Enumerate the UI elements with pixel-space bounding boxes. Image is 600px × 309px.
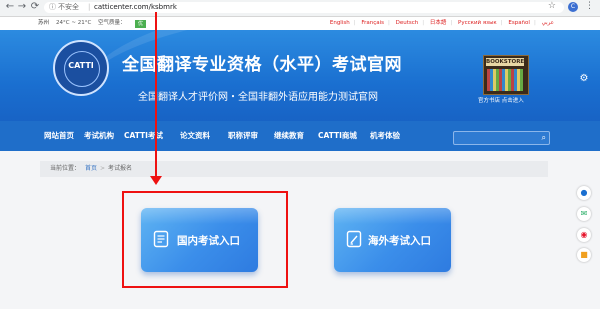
- breadcrumb-current: 考试报名: [108, 165, 133, 172]
- settings-icon[interactable]: ⚙: [577, 72, 591, 86]
- lang-japanese[interactable]: 日本語: [430, 20, 447, 26]
- lang-separator: |: [450, 20, 453, 26]
- nav-catti-exam[interactable]: CATTI考试: [124, 121, 163, 151]
- insecure-label: 不安全: [58, 3, 79, 11]
- annotation-highlight-box: [122, 191, 288, 288]
- forward-icon[interactable]: →: [16, 1, 28, 13]
- lang-separator: |: [500, 20, 503, 26]
- site-subtitle: 全国翻译人才评价网・全国非翻外语应用能力测试官网: [138, 92, 378, 103]
- lang-spanish[interactable]: Español: [508, 20, 530, 26]
- lang-english[interactable]: English: [330, 20, 350, 26]
- wechat-icon[interactable]: ✉: [577, 207, 591, 221]
- bookshelf-image: [487, 69, 523, 91]
- nav-home[interactable]: 网站首页: [44, 121, 74, 151]
- nav-exam-org[interactable]: 考试机构: [84, 121, 114, 151]
- weather-text: 24°C ~ 21°C: [56, 20, 92, 26]
- back-icon[interactable]: ←: [4, 1, 16, 13]
- city-label: 苏州: [38, 20, 50, 26]
- site-title: 全国翻译专业资格（水平）考试官网: [122, 55, 402, 75]
- edit-document-icon: [346, 230, 362, 248]
- breadcrumb-home-link[interactable]: 首页: [85, 161, 97, 177]
- nav-papers[interactable]: 论文资料: [180, 121, 210, 151]
- annotation-arrow-head: [150, 176, 162, 185]
- nav-catti-mall[interactable]: CATTI商城: [318, 121, 357, 151]
- air-quality-label: 空气质量：: [98, 20, 126, 26]
- browser-toolbar: ← → ⟳ ⓘ 不安全 | catticenter.com/ksbmrk ☆ C…: [0, 0, 600, 17]
- air-quality-badge: 优: [135, 20, 147, 28]
- address-bar[interactable]: ⓘ 不安全 | catticenter.com/ksbmrk: [44, 2, 564, 13]
- lang-separator: |: [388, 20, 390, 26]
- online-service-icon[interactable]: ●: [577, 186, 591, 200]
- account-avatar[interactable]: C: [568, 2, 578, 12]
- card-highlight: [334, 208, 451, 224]
- breadcrumb-label: 当前位置：: [50, 165, 81, 172]
- browser-menu-icon[interactable]: ⋮: [585, 1, 594, 11]
- bookstore-banner[interactable]: BOOKSTORE: [483, 55, 529, 95]
- lang-separator: |: [353, 20, 356, 26]
- lang-russian[interactable]: Русский язык: [458, 20, 497, 26]
- nav-computer-exam[interactable]: 机考体验: [370, 121, 400, 151]
- annotation-arrow-line: [155, 12, 157, 180]
- breadcrumb-separator: >: [100, 165, 106, 172]
- reload-icon[interactable]: ⟳: [29, 1, 41, 13]
- info-icon[interactable]: ⓘ: [49, 2, 56, 13]
- main-nav: 网站首页 考试机构 CATTI考试 论文资料 职称评审 继续教育 CATTI商城…: [0, 121, 600, 151]
- nav-continuing-education[interactable]: 继续教育: [274, 121, 304, 151]
- lang-arabic[interactable]: عربي: [542, 20, 554, 26]
- lang-german[interactable]: Deutsch: [396, 20, 419, 26]
- catti-logo[interactable]: CATTI: [53, 40, 109, 96]
- nav-title-review[interactable]: 职称评审: [228, 121, 258, 151]
- lang-separator: |: [422, 20, 425, 26]
- overseas-exam-entry-label: 海外考试入口: [368, 235, 431, 247]
- language-links: English | Français | Deutsch | 日本語 | Русский…: [326, 17, 554, 30]
- overseas-exam-entry-button[interactable]: 海外考试入口: [334, 208, 451, 272]
- bookstore-link[interactable]: 官方书店 点击进入: [478, 96, 524, 104]
- app-icon[interactable]: ■: [577, 248, 591, 262]
- header-banner: CATTI 全国翻译专业资格（水平）考试官网 全国翻译人才评价网・全国非翻外语应…: [0, 30, 600, 121]
- weibo-icon[interactable]: ◉: [577, 228, 591, 242]
- bookstore-sign: BOOKSTORE: [486, 58, 525, 66]
- address-separator: |: [88, 3, 91, 11]
- logo-text: CATTI: [68, 61, 94, 70]
- top-info-bar: 苏州 24°C ~ 21°C 空气质量： 优 English | Français…: [0, 17, 600, 30]
- search-input[interactable]: ⌕: [453, 131, 550, 145]
- search-icon[interactable]: ⌕: [542, 132, 546, 144]
- bookmark-star-icon[interactable]: ☆: [548, 1, 556, 11]
- lang-separator: |: [533, 20, 536, 26]
- url-text[interactable]: catticenter.com/ksbmrk: [94, 2, 177, 13]
- breadcrumb: 当前位置： 首页 > 考试报名: [40, 161, 548, 177]
- lang-french[interactable]: Français: [361, 20, 384, 26]
